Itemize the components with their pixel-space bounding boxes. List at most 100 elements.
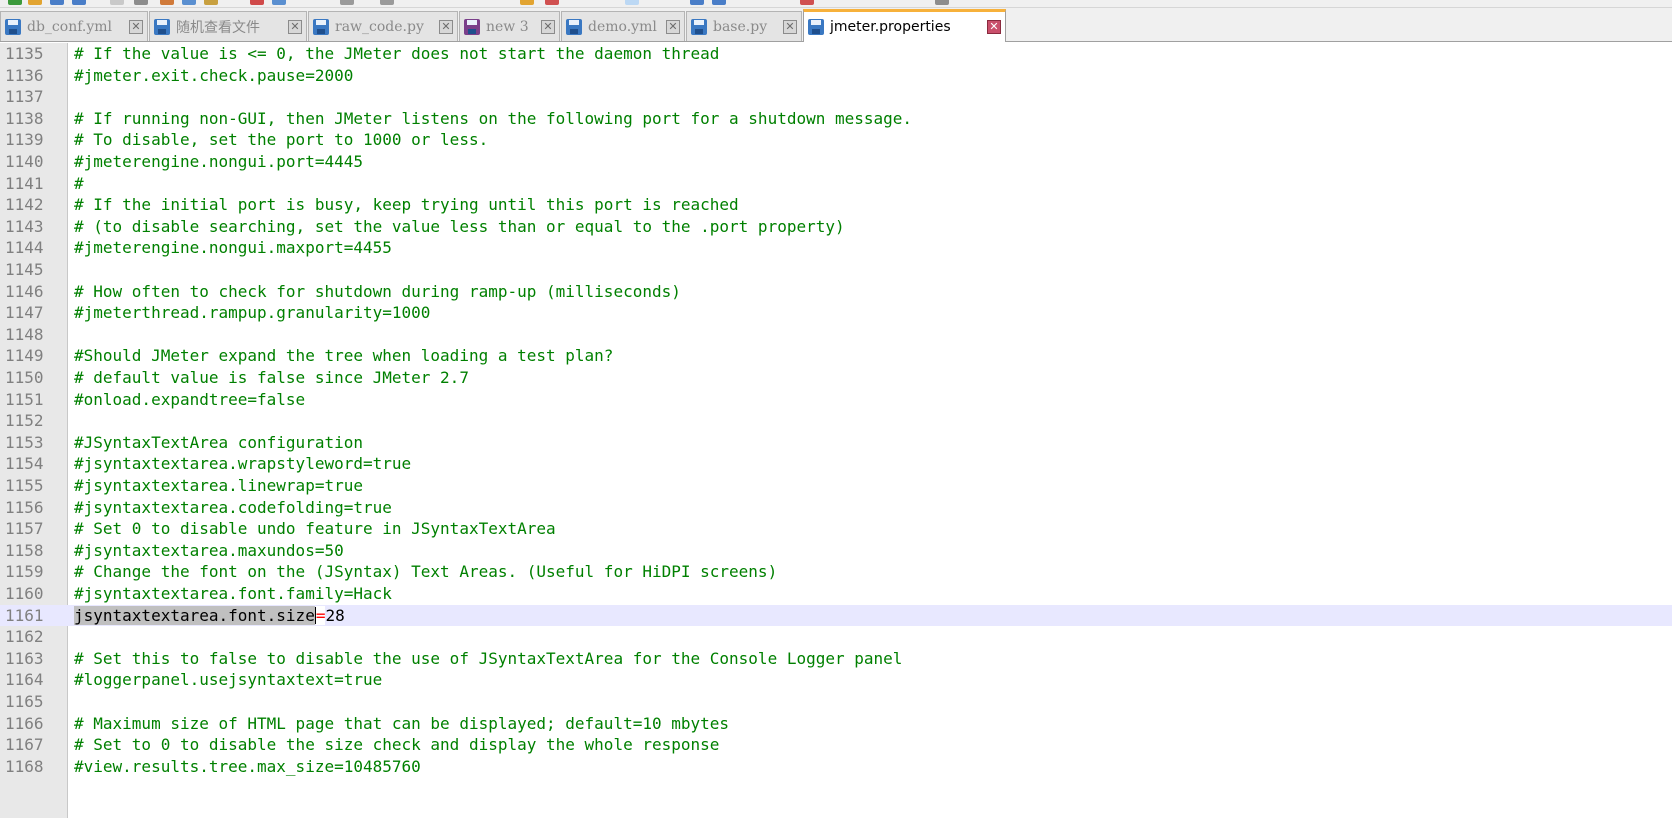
tab-jmeter-properties[interactable]: jmeter.properties ✕ xyxy=(803,9,1006,42)
code-line[interactable]: 1150 # default value is false since JMete… xyxy=(0,367,1672,389)
line-number: 1142 xyxy=(5,195,44,215)
toolbar-play-icon[interactable] xyxy=(935,0,949,5)
file-saved-icon xyxy=(154,18,170,35)
code-line[interactable]: 1137 xyxy=(0,86,1672,108)
toolbar-new-icon[interactable] xyxy=(8,0,22,5)
code-line[interactable]: 1141 # xyxy=(0,173,1672,195)
line-number: 1152 xyxy=(5,411,44,431)
line-text: #jsyntaxtextarea.maxundos=50 xyxy=(74,540,344,560)
code-line[interactable]: 1165 xyxy=(0,691,1672,713)
toolbar-replace-icon[interactable] xyxy=(380,0,394,5)
line-number: 1160 xyxy=(5,584,44,603)
code-line[interactable]: 1152 xyxy=(0,410,1672,432)
code-line[interactable]: 1159 # Change the font on the (JSyntax) T… xyxy=(0,561,1672,583)
toolbar-undo-icon[interactable] xyxy=(250,0,264,5)
code-line[interactable]: 1140 #jmeterengine.nongui.port=4445 xyxy=(0,151,1672,173)
code-line[interactable]: 1135 # If the value is <= 0, the JMeter d… xyxy=(0,43,1672,65)
toolbar-paste-icon[interactable] xyxy=(204,0,218,5)
toolbar-record-icon[interactable] xyxy=(800,0,814,5)
close-icon[interactable]: ✕ xyxy=(129,19,143,34)
code-line[interactable]: 1160 #jsyntaxtextarea.font.family=Hack xyxy=(0,583,1672,605)
code-line[interactable]: 1136 #jmeter.exit.check.pause=2000 xyxy=(0,65,1672,87)
file-saved-icon xyxy=(5,18,21,35)
code-line[interactable]: 1162 xyxy=(0,626,1672,648)
code-line[interactable]: 1167 # Set to 0 to disable the size check… xyxy=(0,734,1672,756)
line-number: 1164 xyxy=(5,670,44,690)
line-text: #jsyntaxtextarea.codefolding=true xyxy=(74,497,392,517)
code-line[interactable]: 1157 # Set 0 to disable undo feature in J… xyxy=(0,518,1672,540)
close-icon[interactable]: ✕ xyxy=(288,19,302,34)
line-number: 1137 xyxy=(5,87,44,107)
line-text: # xyxy=(74,173,84,193)
tab-bar: db_conf.yml ✕ 随机查看文件 ✕ raw_code.py ✕ new… xyxy=(0,8,1672,42)
code-line[interactable]: 1156 #jsyntaxtextarea.codefolding=true xyxy=(0,497,1672,519)
line-number: 1144 xyxy=(5,238,44,258)
code-line[interactable]: 1139 # To disable, set the port to 1000 o… xyxy=(0,129,1672,151)
line-number: 1139 xyxy=(5,130,44,150)
line-number: 1161 xyxy=(5,605,44,625)
toolbar-indent-icon[interactable] xyxy=(690,0,704,5)
toolbar-save-icon[interactable] xyxy=(50,0,64,5)
code-line[interactable]: 1153 #JSyntaxTextArea configuration xyxy=(0,432,1672,454)
line-text: # Set 0 to disable undo feature in JSynt… xyxy=(74,519,556,539)
tab-demo-yml[interactable]: demo.yml ✕ xyxy=(561,11,685,41)
code-line[interactable]: 1158 #jsyntaxtextarea.maxundos=50 xyxy=(0,540,1672,562)
code-editor[interactable]: 1135 # If the value is <= 0, the JMeter d… xyxy=(0,43,1672,818)
close-icon[interactable]: ✕ xyxy=(666,19,680,34)
code-line[interactable]: 1154 #jsyntaxtextarea.wrapstyleword=true xyxy=(0,453,1672,475)
file-saved-icon xyxy=(464,18,480,35)
line-text: #Should JMeter expand the tree when load… xyxy=(74,346,614,366)
line-number: 1158 xyxy=(5,540,44,560)
code-line[interactable]: 1149 #Should JMeter expand the tree when … xyxy=(0,345,1672,367)
toolbar-wrap-icon[interactable] xyxy=(625,0,639,5)
line-number: 1159 xyxy=(5,562,44,582)
line-text: #onload.expandtree=false xyxy=(74,389,306,409)
line-text: # default value is false since JMeter 2.… xyxy=(74,368,469,387)
code-line[interactable]: 1164 #loggerpanel.usejsyntaxtext=true xyxy=(0,669,1672,691)
code-line[interactable]: 1148 xyxy=(0,324,1672,346)
code-line[interactable]: 1145 xyxy=(0,259,1672,281)
current-line[interactable]: 1161 jsyntaxtextarea.font.size=28 xyxy=(0,604,1672,627)
toolbar-sync-icon[interactable] xyxy=(545,0,559,5)
code-line[interactable]: 1146 # How often to check for shutdown du… xyxy=(0,281,1672,303)
code-line[interactable]: 1147 #jmeterthread.rampup.granularity=100… xyxy=(0,302,1672,324)
tab-label: jmeter.properties xyxy=(830,19,951,35)
code-line[interactable]: 1138 # If running non-GUI, then JMeter li… xyxy=(0,108,1672,130)
toolbar-find-icon[interactable] xyxy=(340,0,354,5)
close-icon[interactable]: ✕ xyxy=(987,20,1001,34)
tab-label: db_conf.yml xyxy=(27,18,113,35)
toolbar-cut-icon[interactable] xyxy=(160,0,174,5)
code-line[interactable]: 1151 #onload.expandtree=false xyxy=(0,389,1672,411)
line-text: #jmeterengine.nongui.port=4445 xyxy=(74,152,363,171)
code-line[interactable]: 1155 #jsyntaxtextarea.linewrap=true xyxy=(0,475,1672,497)
toolbar-copy-icon[interactable] xyxy=(182,0,196,5)
line-text: # Set this to false to disable the use o… xyxy=(74,648,903,668)
tab-random-file[interactable]: 随机查看文件 ✕ xyxy=(149,11,307,41)
line-text: # (to disable searching, set the value l… xyxy=(74,216,845,236)
close-icon[interactable]: ✕ xyxy=(783,19,797,34)
tab-new-3[interactable]: new 3 ✕ xyxy=(459,11,560,41)
code-line[interactable]: 1144 #jmeterengine.nongui.maxport=4455 xyxy=(0,237,1672,259)
toolbar-open-icon[interactable] xyxy=(28,0,42,5)
code-line[interactable]: 1143 # (to disable searching, set the val… xyxy=(0,216,1672,238)
toolbar-saveall-icon[interactable] xyxy=(72,0,86,5)
close-icon[interactable]: ✕ xyxy=(541,19,555,34)
toolbar-close-icon[interactable] xyxy=(110,0,124,5)
code-line[interactable]: 1166 # Maximum size of HTML page that can… xyxy=(0,713,1672,735)
tab-raw-code[interactable]: raw_code.py ✕ xyxy=(308,11,458,41)
toolbar-redo-icon[interactable] xyxy=(272,0,286,5)
toolbar-macro-icon[interactable] xyxy=(712,0,726,5)
file-saved-icon xyxy=(691,18,707,35)
close-icon[interactable]: ✕ xyxy=(439,19,453,34)
line-number: 1168 xyxy=(5,756,44,776)
toolbar-zoom-icon[interactable] xyxy=(520,0,534,5)
tab-db-conf[interactable]: db_conf.yml ✕ xyxy=(0,11,148,41)
code-line[interactable]: 1168 #view.results.tree.max_size=10485760 xyxy=(0,756,1672,778)
line-text: #loggerpanel.usejsyntaxtext=true xyxy=(74,670,383,690)
code-line[interactable]: 1142 # If the initial port is busy, keep … xyxy=(0,194,1672,216)
code-line[interactable]: 1163 # Set this to false to disable the u… xyxy=(0,648,1672,670)
line-text: # If the initial port is busy, keep tryi… xyxy=(74,195,739,215)
toolbar-print-icon[interactable] xyxy=(134,0,148,5)
line-text: # Change the font on the (JSyntax) Text … xyxy=(74,562,778,582)
tab-base-py[interactable]: base.py ✕ xyxy=(686,11,802,41)
